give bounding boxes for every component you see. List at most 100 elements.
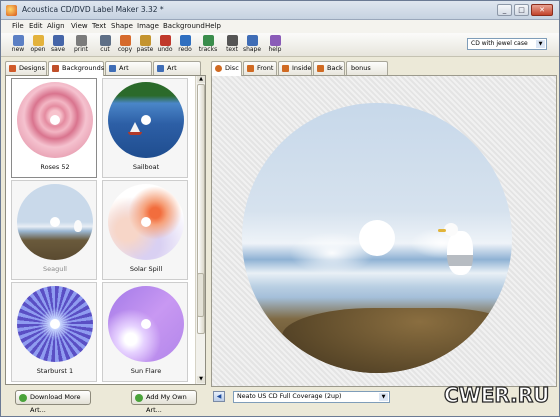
tab-designs[interactable]: Designs — [5, 61, 47, 75]
watermark-logo: CWER.RU — [443, 382, 550, 407]
inside-icon — [282, 65, 289, 72]
disc-hole — [141, 319, 151, 329]
sailboat-thumbnail — [108, 82, 184, 158]
label-stock-select[interactable]: Neato US CD Full Coverage (2up) ▼ — [233, 391, 390, 403]
tab-art-browse[interactable]: Art Browse — [105, 61, 152, 84]
paste-icon — [139, 35, 151, 46]
text-button[interactable]: text — [221, 34, 243, 56]
new-button[interactable]: new — [7, 34, 29, 56]
paste-button[interactable]: paste — [134, 34, 156, 56]
gallery-item-partial[interactable] — [11, 384, 97, 385]
open-button[interactable]: open — [27, 34, 49, 56]
window-title: Acoustica CD/DVD Label Maker 3.32 * — [22, 5, 164, 14]
download-icon — [19, 394, 27, 402]
case-type-select[interactable]: CD with jewel case ▼ — [467, 38, 547, 50]
menu-file[interactable]: File — [12, 22, 24, 30]
disc-icon — [215, 65, 222, 72]
shape-button[interactable]: shape — [241, 34, 263, 56]
seagull-beak — [438, 229, 446, 232]
help-button[interactable]: help — [264, 34, 286, 56]
add-icon — [135, 394, 143, 402]
gallery-caption: Sun Flare — [130, 367, 162, 375]
copy-button[interactable]: copy — [114, 34, 136, 56]
gallery-caption: Seagull — [43, 265, 67, 273]
sailboat-hull — [128, 132, 142, 135]
tracks-button[interactable]: tracks — [197, 34, 219, 56]
menu-shape[interactable]: Shape — [111, 22, 133, 30]
redo-icon — [179, 35, 191, 46]
roses-thumbnail — [17, 82, 93, 158]
gallery-item-partial[interactable] — [102, 384, 188, 385]
undo-icon — [159, 35, 171, 46]
tab-back[interactable]: Back — [313, 61, 345, 75]
menu-view[interactable]: View — [71, 22, 88, 30]
chevron-down-icon: ▼ — [379, 393, 388, 401]
undo-button[interactable]: undo — [154, 34, 176, 56]
disc-preview[interactable] — [242, 103, 512, 373]
label-canvas[interactable] — [211, 75, 557, 387]
title-bar: Acoustica CD/DVD Label Maker 3.32 * _ □ … — [1, 1, 559, 20]
save-disk-icon — [52, 35, 64, 46]
tab-inside[interactable]: Inside — [278, 61, 312, 75]
sailboat-sail — [130, 122, 140, 132]
gallery-item-sun-flare[interactable]: Sun Flare — [102, 282, 188, 382]
designs-icon — [9, 65, 16, 72]
maximize-button[interactable]: □ — [514, 4, 529, 16]
menu-align[interactable]: Align — [47, 22, 65, 30]
art-search-icon — [157, 65, 164, 72]
menu-image[interactable]: Image — [137, 22, 159, 30]
new-doc-icon — [12, 35, 24, 46]
scroll-down-icon[interactable]: ▼ — [197, 376, 205, 383]
save-button[interactable]: save — [47, 34, 69, 56]
left-tab-strip: Designs Backgrounds Art Browse Art Searc… — [5, 61, 201, 84]
tab-art-search[interactable]: Art Search — [153, 61, 201, 84]
tab-front[interactable]: Front — [243, 61, 277, 75]
gallery-scrollbar[interactable]: ▲ ▼ — [195, 76, 205, 384]
back-icon — [317, 65, 324, 72]
gallery-item-starburst[interactable]: Starburst 1 — [11, 282, 97, 382]
gallery-item-seagull[interactable]: Seagull — [11, 180, 97, 280]
gallery-item-solar-spill[interactable]: Solar Spill — [102, 180, 188, 280]
disc-hole — [50, 217, 60, 227]
app-window: Acoustica CD/DVD Label Maker 3.32 * _ □ … — [0, 0, 560, 417]
backgrounds-icon — [52, 65, 59, 72]
disc-center-hole — [359, 220, 395, 256]
splitter-handle[interactable] — [197, 273, 204, 317]
scroll-up-icon[interactable]: ▲ — [197, 76, 205, 83]
seagull-figure — [447, 231, 473, 275]
label-stock-value: Neato US CD Full Coverage (2up) — [237, 393, 342, 400]
disc-hole — [50, 319, 60, 329]
gallery-item-sailboat[interactable]: Sailboat — [102, 78, 188, 178]
front-icon — [247, 65, 254, 72]
redo-button[interactable]: redo — [174, 34, 196, 56]
tab-bonus-sticker[interactable]: bonus sticker — [346, 61, 388, 84]
print-button[interactable]: print — [70, 34, 92, 56]
sun-flare-thumbnail — [108, 286, 184, 362]
starburst-thumbnail — [17, 286, 93, 362]
text-icon — [226, 35, 238, 46]
gallery-caption: Starburst 1 — [36, 367, 74, 375]
close-button[interactable]: ✕ — [531, 4, 553, 16]
menu-text[interactable]: Text — [92, 22, 106, 30]
solar-spill-thumbnail — [108, 184, 184, 260]
copy-icon — [119, 35, 131, 46]
seagull-thumbnail — [17, 184, 93, 260]
tab-backgrounds[interactable]: Backgrounds — [48, 61, 104, 76]
chevron-down-icon: ▼ — [536, 40, 545, 48]
right-tab-strip: Disc Front Inside Back bonus sticker — [211, 61, 557, 84]
add-my-own-art-button[interactable]: Add My Own Art... — [131, 390, 197, 414]
open-folder-icon — [32, 35, 44, 46]
gallery-caption: Sailboat — [132, 163, 160, 171]
download-more-art-button[interactable]: Download More Art... — [15, 390, 91, 414]
tab-disc[interactable]: Disc — [211, 61, 242, 76]
menu-background[interactable]: Background — [163, 22, 205, 30]
gallery-caption: Roses 52 — [40, 163, 70, 171]
minimize-button[interactable]: _ — [497, 4, 512, 16]
menu-help[interactable]: Help — [205, 22, 221, 30]
seagull-head — [444, 223, 458, 236]
background-gallery: Roses 52 Sailboat Seagull Solar Spill St… — [5, 75, 206, 385]
gallery-item-roses[interactable]: Roses 52 — [11, 78, 97, 178]
menu-edit[interactable]: Edit — [29, 22, 43, 30]
cut-button[interactable]: cut — [94, 34, 116, 56]
previous-icon[interactable]: ◀ — [213, 391, 225, 402]
